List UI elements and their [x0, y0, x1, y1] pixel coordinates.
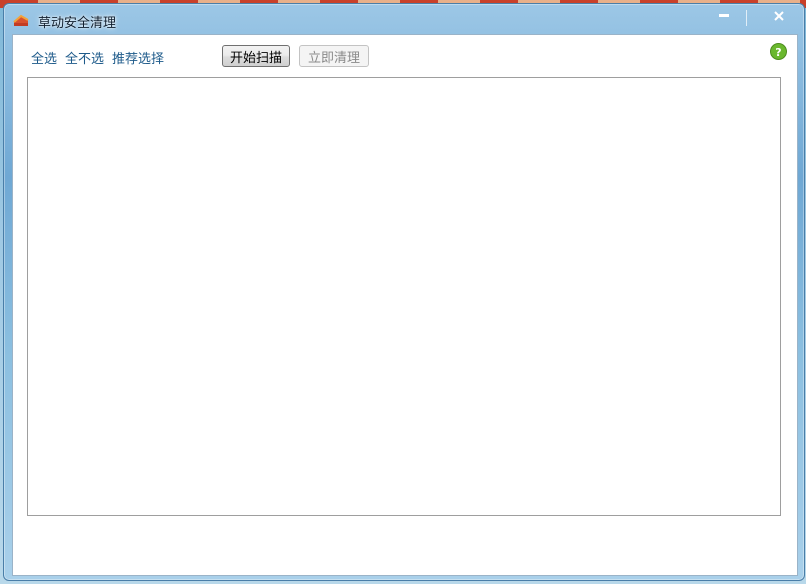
minimize-button[interactable] — [710, 6, 738, 26]
title-bar[interactable]: 草动安全清理 — [4, 4, 804, 34]
app-logo-icon — [13, 14, 29, 26]
close-icon — [774, 11, 784, 21]
svg-text:?: ? — [775, 46, 781, 59]
title-button-divider — [746, 10, 747, 26]
app-window: 草动安全清理 全选 全不选 推荐选择 开始扫描 立即清理 ? — [3, 3, 805, 581]
selection-links: 全选 全不选 推荐选择 — [31, 48, 164, 67]
select-all-link[interactable]: 全选 — [31, 48, 57, 67]
minimize-icon — [719, 14, 729, 17]
main-panel: 全选 全不选 推荐选择 开始扫描 立即清理 ? — [12, 34, 798, 576]
select-none-link[interactable]: 全不选 — [65, 48, 104, 67]
help-icon[interactable]: ? — [770, 43, 787, 60]
window-title: 草动安全清理 — [38, 16, 117, 31]
clean-now-button[interactable]: 立即清理 — [299, 45, 369, 67]
start-scan-button[interactable]: 开始扫描 — [222, 45, 290, 67]
recommended-select-link[interactable]: 推荐选择 — [112, 48, 164, 67]
scan-results-list[interactable] — [27, 77, 781, 516]
close-button[interactable] — [764, 6, 794, 26]
